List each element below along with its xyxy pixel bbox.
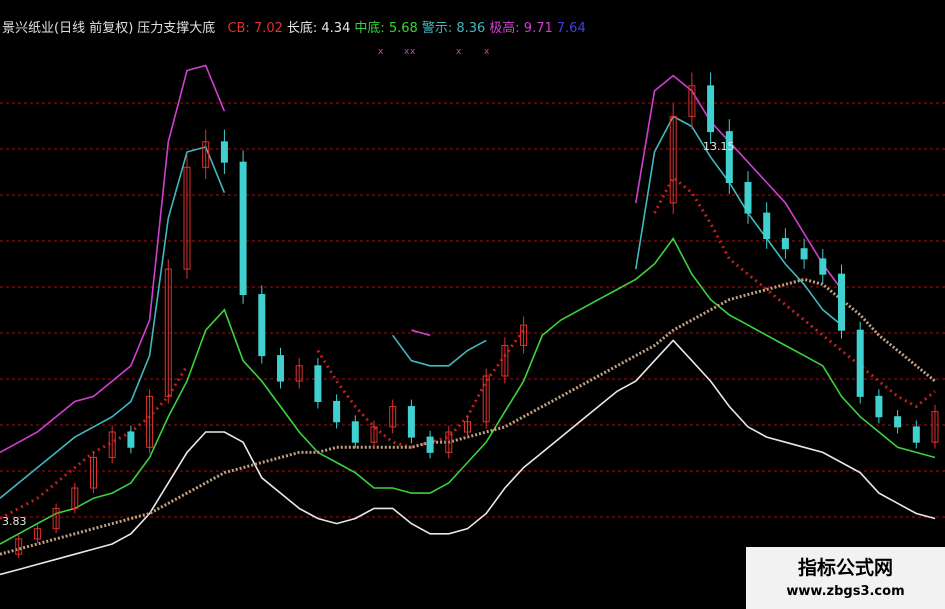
candle-body [781,238,789,250]
watermark-title: 指标公式网 [797,557,893,579]
candle-body [220,141,228,163]
candle-body [333,400,341,423]
legend-item: 长底: 4.34 [286,21,351,36]
candle-body [351,421,359,443]
candle-body [800,248,808,260]
watermark-url: www.zbgs3.com [786,584,905,599]
legend-indicator-name: 压力支撑大底 [137,21,216,36]
series-line-中底 [0,236,936,545]
candle-body [912,426,920,443]
candle-body [277,355,284,382]
series-line-长底 [0,339,936,576]
candle-body [426,436,434,453]
legend-item: 7.64 [556,21,586,36]
indicator-lines [0,64,936,576]
candle-body [819,258,827,275]
candle-body [127,431,135,448]
legend-item: CB: 7.02 [227,21,283,36]
legend-item: 警示: 8.36 [421,21,486,36]
candle-body [894,416,902,428]
watermark: 指标公式网 www.zbgs3.com [746,547,945,609]
legend-item: 极高: 9.71 [489,21,553,36]
low-price-tag: 3.83 [2,515,27,528]
candle-body [838,273,845,331]
indicator-legend: 景兴纸业(日线 前复权) 压力支撑大底 CB: 7.02 长底: 4.34 中底: 5… [2,21,594,36]
candlesticks [15,72,939,559]
legend-title: 景兴纸业(日线 前复权) [2,21,134,36]
candle-body [856,329,864,397]
legend-item: 中底: 5.68 [354,21,418,36]
signal-marker: x [456,47,462,57]
grid-lines [0,102,945,518]
candle-body [407,406,415,438]
signal-marker: x [410,47,416,57]
candle-body [314,365,322,402]
kline-chart-window: 景兴纸业(日线 前复权) 压力支撑大底 CB: 7.02 长底: 4.34 中底: 5… [0,0,945,609]
high-price-tag: 13.15 [703,140,735,153]
series-line-CB [0,175,936,520]
candle-body [707,85,715,133]
signal-marker: x [378,47,384,57]
price-chart [0,64,945,576]
candle-body [744,182,752,214]
candle-body [875,395,883,418]
signal-marker: x [404,47,410,57]
candle-body [258,294,266,357]
signal-marker: x [484,47,490,57]
legend-items: CB: 7.02 长底: 4.34 中底: 5.68 警示: 8.36 极高: 9.71… [227,21,589,36]
candle-body [763,212,771,240]
series-line-极高 [0,64,843,454]
candle-body [239,161,247,296]
